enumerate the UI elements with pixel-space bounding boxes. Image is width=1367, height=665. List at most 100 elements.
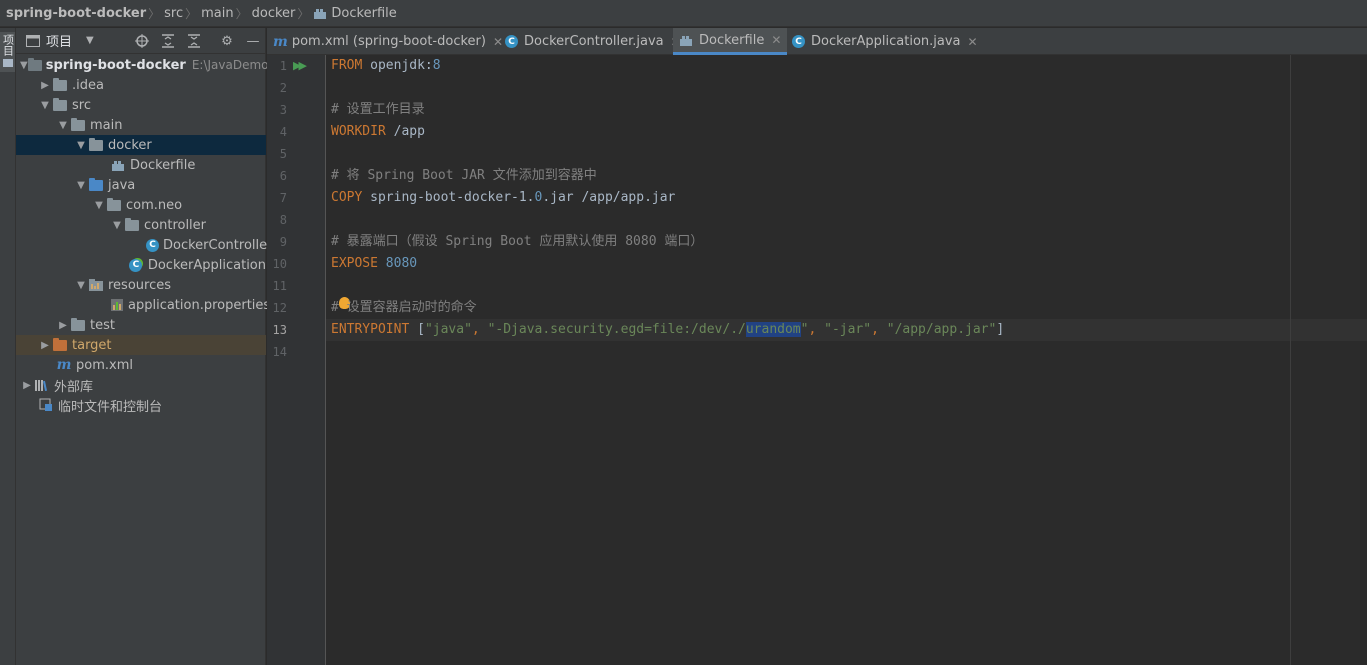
code-token: "java": [424, 322, 472, 337]
chevron-down-icon[interactable]: ▼: [74, 280, 88, 291]
resources-folder-icon: [88, 278, 104, 292]
tree-item-docker[interactable]: ▼ docker: [16, 135, 266, 155]
chevron-right-icon[interactable]: ▶: [38, 340, 52, 351]
tree-item-controller[interactable]: ▼ controller: [16, 215, 266, 235]
tab-label: Dockerfile: [699, 32, 765, 48]
chevron-right-icon[interactable]: ▶: [56, 320, 70, 331]
tree-item-application-properties[interactable]: application.properties: [16, 295, 270, 315]
tree-item-label: com.neo: [126, 197, 183, 213]
tree-item-label: test: [90, 317, 115, 333]
line-number: 8: [279, 213, 287, 227]
tree-item-label: src: [72, 97, 91, 113]
code-editor[interactable]: FROM openjdk:8 # 设置工作目录 WORKDIR /app # 将 Sp…: [326, 55, 1367, 665]
gear-icon[interactable]: ⚙: [219, 33, 235, 49]
spring-class-icon: C: [128, 258, 144, 272]
breadcrumb-separator: 〉: [297, 6, 310, 21]
run-icon[interactable]: ▶▶: [293, 59, 307, 72]
code-line: # 暴露端口（假设 Spring Boot 应用默认使用 8080 端口）: [331, 231, 703, 253]
tree-item-project-root[interactable]: ▼ spring-boot-docker E:\JavaDemos: [16, 55, 275, 75]
chevron-down-icon[interactable]: ▼: [38, 100, 52, 111]
tab-dockerfile[interactable]: Dockerfile ✕: [673, 28, 788, 55]
chevron-down-icon[interactable]: ▼: [74, 180, 88, 191]
collapse-all-icon[interactable]: [186, 33, 202, 49]
close-icon[interactable]: ✕: [968, 35, 978, 49]
chevron-down-icon[interactable]: ▼: [20, 60, 28, 71]
code-line: # 将 Spring Boot JAR 文件添加到容器中: [331, 165, 597, 187]
tab-label: DockerController.java: [524, 34, 664, 49]
tree-item-java[interactable]: ▼ java: [16, 175, 266, 195]
docker-file-icon: [314, 8, 327, 19]
tree-item-resources[interactable]: ▼ resources: [16, 275, 266, 295]
code-token: COPY: [331, 190, 363, 205]
code-line: FROM openjdk:8: [331, 55, 441, 77]
tree-item-idea[interactable]: ▶ .idea: [16, 75, 266, 95]
tree-item-docker-controller[interactable]: C DockerController: [16, 235, 272, 255]
tree-item-main[interactable]: ▼ main: [16, 115, 266, 135]
breadcrumb-separator: 〉: [235, 6, 248, 21]
line-number: 11: [272, 279, 287, 293]
chevron-down-icon[interactable]: ▼: [92, 200, 106, 211]
code-line: EXPOSE 8080: [331, 253, 417, 275]
code-token: ]: [996, 322, 1005, 337]
tree-item-docker-application[interactable]: C DockerApplication: [16, 255, 266, 275]
library-icon: [34, 378, 50, 392]
close-icon[interactable]: ✕: [771, 33, 781, 47]
code-token: EXPOSE: [331, 256, 378, 271]
code-line: # 设置容器启动时的命令: [331, 297, 477, 319]
minimize-icon[interactable]: —: [245, 33, 261, 49]
tree-item-label: docker: [108, 137, 152, 153]
locate-icon[interactable]: [134, 33, 150, 49]
tree-item-label: java: [108, 177, 136, 193]
line-number: 13: [272, 323, 287, 337]
folder-icon: [52, 77, 68, 92]
tree-item-target[interactable]: ▶ target: [16, 335, 266, 355]
tree-item-external-libraries[interactable]: ▶ 外部库: [16, 375, 266, 395]
line-number: 5: [279, 147, 287, 161]
line-number: 7: [279, 191, 287, 205]
tree-item-src[interactable]: ▼ src: [16, 95, 266, 115]
tree-item-dockerfile[interactable]: Dockerfile: [16, 155, 266, 175]
tree-item-com-neo[interactable]: ▼ com.neo: [16, 195, 266, 215]
breadcrumb-item-project[interactable]: spring-boot-docker: [6, 6, 146, 21]
class-icon: C: [146, 238, 159, 252]
line-number: 2: [279, 81, 287, 95]
breadcrumb-item-main[interactable]: main: [201, 6, 233, 21]
line-number: 9: [279, 235, 287, 249]
breadcrumb-item-src[interactable]: src: [164, 6, 183, 21]
chevron-right-icon[interactable]: ▶: [20, 380, 34, 391]
tree-item-label: 临时文件和控制台: [58, 399, 163, 415]
tree-item-label: resources: [108, 277, 172, 293]
folder-icon: [70, 117, 86, 132]
chevron-right-icon[interactable]: ▶: [38, 80, 52, 91]
tab-pom-xml[interactable]: m pom.xml (spring-boot-docker) ✕: [267, 28, 503, 55]
chevron-down-icon[interactable]: ▼: [86, 35, 94, 46]
tab-docker-application[interactable]: C DockerApplication.java ✕: [786, 28, 978, 55]
class-icon: C: [792, 35, 805, 48]
tree-item-label: 外部库: [54, 379, 94, 395]
code-token: spring-boot-docker-1.: [362, 190, 535, 205]
tree-item-test[interactable]: ▶ test: [16, 315, 266, 335]
chevron-down-icon[interactable]: ▼: [110, 220, 124, 231]
folder-icon: [70, 317, 86, 332]
chevron-down-icon[interactable]: ▼: [56, 120, 70, 131]
docker-file-icon: [680, 35, 692, 46]
project-tool-tab[interactable]: 项目: [0, 32, 15, 72]
scratch-icon: [38, 398, 54, 412]
project-view-title[interactable]: 项目: [46, 31, 72, 50]
chevron-down-icon[interactable]: ▼: [74, 140, 88, 151]
tab-docker-controller[interactable]: C DockerController.java ✕: [499, 28, 681, 55]
tree-item-scratches[interactable]: 临时文件和控制台: [16, 395, 266, 415]
tab-label: DockerApplication.java: [811, 34, 961, 49]
line-number: 12: [272, 301, 287, 315]
breadcrumb-item-file[interactable]: Dockerfile: [331, 6, 396, 21]
line-number: 4: [279, 125, 287, 139]
breadcrumb-item-docker[interactable]: docker: [252, 6, 296, 21]
code-token: # 暴露端口（假设 Spring Boot 应用默认使用 8080 端口）: [331, 234, 704, 249]
tree-item-label: DockerApplication: [147, 257, 266, 273]
tree-item-pom[interactable]: m pom.xml: [16, 355, 266, 375]
breadcrumb-separator: 〉: [148, 6, 161, 21]
expand-all-icon[interactable]: [160, 33, 176, 49]
maven-icon: m: [273, 33, 288, 50]
project-toolbar: 项目 ▼ ⚙ —: [16, 28, 265, 54]
